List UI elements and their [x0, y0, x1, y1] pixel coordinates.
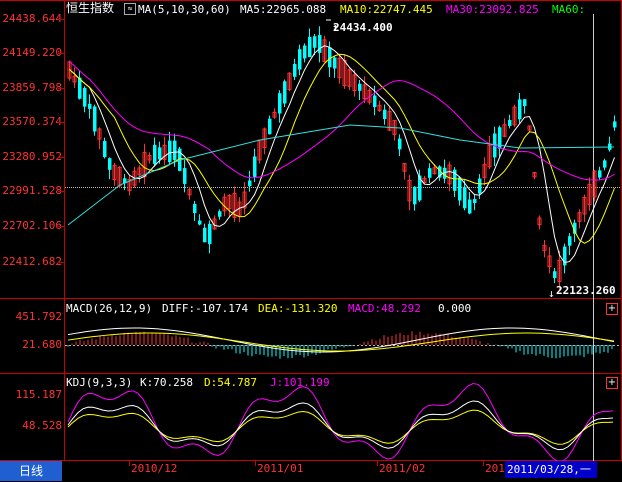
macd-dea-value: DEA:-131.320: [258, 302, 338, 315]
candle-body: [613, 121, 617, 128]
macd-expand-button[interactable]: +: [606, 303, 618, 315]
candle-body: [398, 138, 402, 150]
high-price-label: 24434.400: [333, 21, 393, 34]
svg-text:↓: ↓: [548, 287, 555, 300]
candle-body: [468, 199, 472, 214]
date-axis-label: 2010/12: [131, 462, 178, 475]
candle-body: [193, 203, 197, 214]
candle-body: [83, 87, 87, 107]
candle-body: [203, 227, 207, 243]
kdj-k-value: K:70.258: [140, 376, 193, 389]
ma10-line: [69, 53, 615, 244]
kdj-j-value: J:101.199: [270, 376, 330, 389]
kdj-d-value: D:54.787: [204, 376, 257, 389]
ma30-line: [69, 61, 615, 181]
daily-period-tab[interactable]: 日线: [0, 461, 62, 481]
kdj-header: KDJ(9,3,3): [66, 376, 133, 389]
candle-body: [413, 186, 417, 205]
candle-body: [473, 198, 477, 204]
candle-body: [598, 170, 602, 178]
candle-body: [523, 99, 527, 107]
kdj-axis-label: 115.187: [15, 388, 62, 401]
cursor-date-label: 2011/03/28,一: [505, 461, 597, 478]
candle-body: [373, 95, 377, 108]
ma60-line: [67, 124, 615, 226]
macd-value: MACD:48.292: [348, 302, 421, 315]
candle-body: [303, 45, 307, 59]
candle-body: [508, 120, 512, 126]
macd-extra-value: 0.000: [438, 302, 472, 315]
chart-canvas: ↑ ↓: [0, 0, 622, 466]
candle-body: [308, 36, 312, 58]
kdj-k-line: [67, 400, 614, 451]
date-axis-label: 2011/01: [257, 462, 304, 475]
candle-body: [173, 140, 177, 161]
candle-body: [333, 57, 337, 69]
candle-body: [103, 140, 107, 158]
candle-body: [318, 35, 322, 53]
candle-body: [198, 220, 202, 225]
kdj-lines: [67, 383, 614, 462]
macd-axis-label: 21.680: [22, 338, 62, 351]
candle-body: [153, 144, 157, 164]
kdj-expand-button[interactable]: +: [606, 377, 618, 389]
candle-body: [518, 99, 522, 120]
candle-body: [313, 36, 317, 48]
candle-body: [428, 168, 432, 178]
kdj-d-line: [67, 409, 614, 445]
candle-body: [158, 147, 162, 160]
candlestick-series: [67, 26, 617, 291]
candle-body: [458, 177, 462, 201]
candle-body: [383, 109, 387, 120]
macd-axis-label: 451.792: [15, 310, 62, 323]
candle-body: [268, 118, 272, 135]
candle-body: [463, 187, 467, 209]
candle-body: [183, 168, 187, 184]
candle-body: [93, 106, 97, 132]
macd-header: MACD(26,12,9): [66, 302, 153, 315]
candle-body: [168, 140, 172, 163]
macd-diff-value: DIFF:-107.174: [162, 302, 249, 315]
candle-body: [293, 63, 297, 77]
candle-body: [568, 236, 572, 246]
candle-body: [253, 156, 257, 177]
kdj-axis-label: 48.528: [22, 419, 62, 432]
candle-body: [553, 271, 557, 279]
date-axis-label: 201: [485, 462, 505, 475]
low-price-label: 22123.260: [556, 284, 616, 297]
candle-body: [208, 223, 212, 245]
ma5-line: [69, 45, 615, 264]
candle-body: [218, 211, 222, 217]
stock-chart-window: 恒生指数 ≈ MA(5,10,30,60) MA5:22965.088 MA10…: [0, 0, 622, 482]
macd-histogram: [67, 331, 613, 359]
candle-body: [78, 77, 82, 99]
date-axis-label: 2011/02: [379, 462, 426, 475]
candle-body: [283, 81, 287, 104]
candle-body: [278, 93, 282, 114]
candle-body: [108, 158, 112, 170]
candle-body: [298, 49, 302, 70]
candle-body: [88, 103, 92, 109]
candle-body: [478, 178, 482, 194]
candle-body: [358, 83, 362, 91]
candle-body: [603, 160, 607, 168]
candle-body: [248, 180, 252, 187]
